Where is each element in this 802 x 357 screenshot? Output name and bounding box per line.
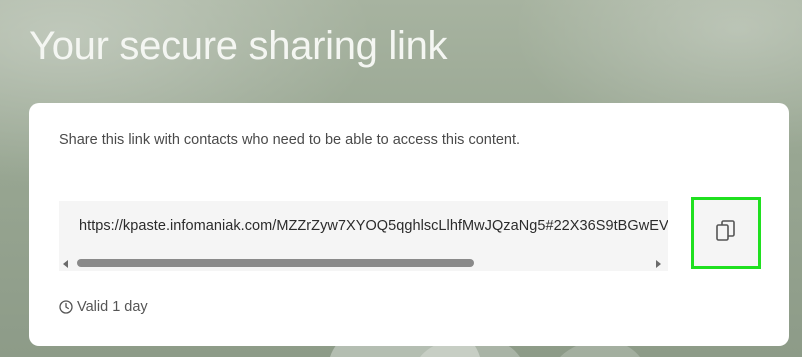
link-field[interactable]: https://kpaste.infomaniak.com/MZZrZyw7XY…: [59, 201, 668, 271]
copy-link-button[interactable]: [691, 197, 761, 269]
scroll-right-arrow[interactable]: [656, 260, 661, 268]
share-link-card: Share this link with contacts who need t…: [29, 103, 789, 346]
validity-indicator: Valid 1 day: [59, 299, 148, 315]
horizontal-scrollbar-thumb[interactable]: [77, 259, 474, 267]
scroll-left-arrow[interactable]: [63, 260, 68, 268]
page-title: Your secure sharing link: [29, 24, 448, 68]
copy-icon: [715, 219, 737, 248]
share-description: Share this link with contacts who need t…: [59, 132, 521, 148]
clock-icon: [59, 300, 73, 314]
validity-text: Valid 1 day: [77, 299, 148, 315]
share-link-url[interactable]: https://kpaste.infomaniak.com/MZZrZyw7XY…: [79, 218, 668, 234]
